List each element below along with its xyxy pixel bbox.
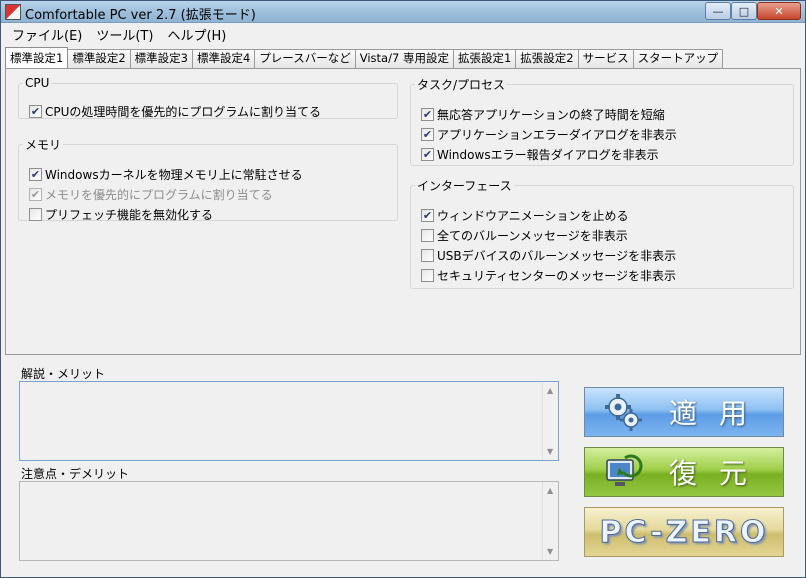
caution-label: 注意点・デメリット: [21, 467, 130, 481]
all-balloon-checkbox[interactable]: 全てのバルーンメッセージを非表示: [421, 227, 628, 244]
checkbox-label: Windowsエラー報告ダイアログを非表示: [437, 148, 659, 162]
caution-textbox[interactable]: ▲ ▼: [19, 481, 559, 561]
disable-prefetch-checkbox[interactable]: プリフェッチ機能を無効化する: [29, 206, 213, 223]
restore-button-label: 復元: [669, 457, 770, 490]
tab-extended-1[interactable]: 拡張設定1: [452, 49, 517, 68]
tab-standard-4[interactable]: 標準設定4: [191, 49, 256, 68]
maximize-button[interactable]: □: [731, 2, 757, 20]
explanation-textbox[interactable]: ▲ ▼: [19, 381, 559, 461]
app-icon: [5, 4, 21, 20]
checkbox-box[interactable]: ✔: [421, 209, 434, 222]
checkbox-label: 全てのバルーンメッセージを非表示: [437, 229, 628, 243]
checkbox-box: ✔: [29, 188, 42, 201]
checkbox-box[interactable]: ✔: [421, 148, 434, 161]
checkbox-label: CPUの処理時間を優先的にプログラムに割り当てる: [45, 105, 322, 119]
scroll-down-icon[interactable]: ▼: [547, 447, 553, 456]
security-center-checkbox[interactable]: セキュリティセンターのメッセージを非表示: [421, 267, 676, 284]
pc-zero-button[interactable]: PC-ZERO: [584, 507, 784, 557]
tab-standard-1[interactable]: 標準設定1: [5, 47, 69, 68]
checkbox-label: アプリケーションエラーダイアログを非表示: [437, 128, 677, 142]
caution-scrollbar[interactable]: ▲ ▼: [542, 482, 558, 560]
interface-group-title: インターフェース: [417, 179, 512, 193]
close-button[interactable]: ✕: [757, 2, 801, 20]
cpu-priority-checkbox[interactable]: ✔ CPUの処理時間を優先的にプログラムに割り当てる: [29, 103, 321, 120]
interface-group: インターフェース ✔ ウィンドウアニメーションを止める 全てのバルーンメッセージ…: [410, 177, 794, 289]
checkbox-box[interactable]: ✔: [29, 168, 42, 181]
checkbox-label: メモリを優先的にプログラムに割り当てる: [45, 188, 273, 202]
checkbox-box[interactable]: [29, 208, 42, 221]
checkbox-label: Windowsカーネルを物理メモリ上に常駐させる: [45, 168, 303, 182]
task-process-group: タスク/プロセス ✔ 無応答アプリケーションの終了時間を短縮 ✔ アプリケーショ…: [410, 76, 794, 166]
menu-file[interactable]: ファイル(E): [5, 25, 89, 44]
tab-startup[interactable]: スタートアップ: [632, 49, 724, 68]
checkbox-label: セキュリティセンターのメッセージを非表示: [437, 269, 677, 283]
checkbox-box[interactable]: ✔: [421, 108, 434, 121]
apply-button[interactable]: 適用: [584, 387, 784, 437]
tab-extended-2[interactable]: 拡張設定2: [515, 49, 579, 68]
title-bar[interactable]: Comfortable PC ver 2.7 (拡張モード) — □ ✕: [1, 1, 805, 23]
tab-strip: 標準設定1 標準設定2 標準設定3 標準設定4 プレースバーなど Vista/7…: [5, 47, 724, 68]
tab-standard-2[interactable]: 標準設定2: [67, 49, 131, 68]
checkbox-box[interactable]: [421, 229, 434, 242]
tab-places-bar[interactable]: プレースバーなど: [254, 49, 356, 68]
cpu-group-title: CPU: [25, 76, 50, 90]
minimize-button[interactable]: —: [705, 2, 731, 20]
tab-services[interactable]: サービス: [577, 49, 634, 68]
pc-zero-logo: PC-ZERO: [599, 514, 769, 550]
menu-help[interactable]: ヘルプ(H): [160, 25, 233, 44]
restore-computer-icon: [606, 454, 643, 486]
checkbox-box[interactable]: ✔: [421, 128, 434, 141]
restore-button[interactable]: 復元: [584, 447, 784, 497]
scroll-up-icon[interactable]: ▲: [547, 386, 553, 395]
memory-group: メモリ ✔ Windowsカーネルを物理メモリ上に常駐させる ✔ メモリを優先的…: [18, 136, 398, 223]
memory-group-title: メモリ: [25, 138, 62, 152]
tab-standard-3[interactable]: 標準設定3: [129, 49, 193, 68]
tab-panel-standard-1: CPU ✔ CPUの処理時間を優先的にプログラムに割り当てる メモリ ✔ Win…: [5, 68, 801, 355]
windows-error-report-checkbox[interactable]: ✔ Windowsエラー報告ダイアログを非表示: [421, 146, 659, 163]
kernel-resident-checkbox[interactable]: ✔ Windowsカーネルを物理メモリ上に常駐させる: [29, 166, 303, 183]
checkbox-box[interactable]: ✔: [29, 105, 42, 118]
cpu-group: CPU ✔ CPUの処理時間を優先的にプログラムに割り当てる: [18, 76, 398, 119]
window-title: Comfortable PC ver 2.7 (拡張モード): [25, 8, 256, 23]
explanation-label: 解説・メリット: [21, 367, 106, 381]
usb-balloon-checkbox[interactable]: USBデバイスのバルーンメッセージを非表示: [421, 247, 676, 264]
app-error-dialog-checkbox[interactable]: ✔ アプリケーションエラーダイアログを非表示: [421, 126, 677, 143]
checkbox-box[interactable]: [421, 269, 434, 282]
explanation-scrollbar[interactable]: ▲ ▼: [542, 382, 558, 460]
scroll-down-icon[interactable]: ▼: [547, 547, 553, 556]
task-group-title: タスク/プロセス: [417, 78, 506, 92]
checkbox-label: USBデバイスのバルーンメッセージを非表示: [437, 249, 677, 263]
menu-tools[interactable]: ツール(T): [89, 25, 160, 44]
checkbox-box[interactable]: [421, 249, 434, 262]
apply-button-label: 適用: [669, 397, 770, 430]
tab-vista7[interactable]: Vista/7 専用設定: [354, 49, 454, 68]
scroll-up-icon[interactable]: ▲: [547, 486, 553, 495]
window-animation-checkbox[interactable]: ✔ ウィンドウアニメーションを止める: [421, 207, 629, 224]
checkbox-label: ウィンドウアニメーションを止める: [437, 209, 629, 223]
gears-icon: [605, 394, 642, 431]
main-window: Comfortable PC ver 2.7 (拡張モード) — □ ✕ ファイ…: [0, 0, 806, 578]
checkbox-label: プリフェッチ機能を無効化する: [45, 208, 214, 222]
checkbox-label: 無応答アプリケーションの終了時間を短縮: [437, 108, 665, 122]
memory-priority-checkbox: ✔ メモリを優先的にプログラムに割り当てる: [29, 186, 273, 203]
menu-bar: ファイル(E) ツール(T) ヘルプ(H): [1, 24, 805, 44]
hung-app-timeout-checkbox[interactable]: ✔ 無応答アプリケーションの終了時間を短縮: [421, 106, 665, 123]
